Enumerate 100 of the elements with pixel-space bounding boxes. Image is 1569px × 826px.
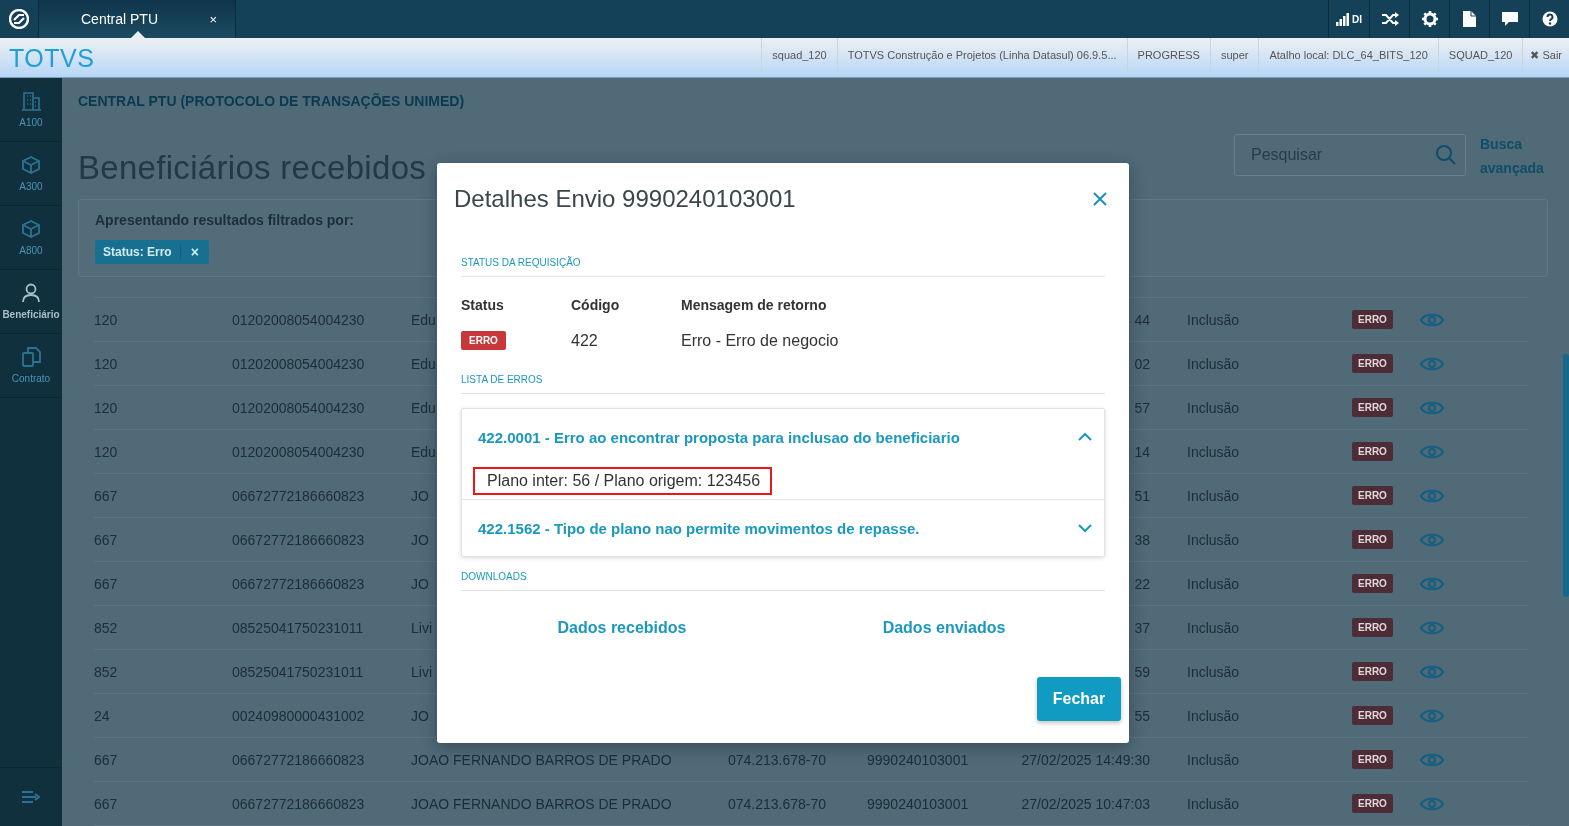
table-cell: Inclusão — [1187, 355, 1240, 372]
table-cell: 852 — [94, 619, 118, 636]
table-cell: 27/02/2025 10:47:03 — [1021, 795, 1150, 812]
table-cell: 38 — [1134, 531, 1150, 548]
table-cell: 14 — [1134, 443, 1150, 460]
status-badge: ERRO — [1352, 574, 1393, 593]
status-badge: ERRO — [1352, 750, 1393, 769]
table-cell: Livi — [411, 663, 432, 680]
table-cell: 074.213.678-70 — [728, 795, 827, 812]
table-cell: JO — [411, 575, 429, 592]
filter-label: Apresentando resultados filtrados por: — [95, 212, 355, 228]
download-link[interactable]: Dados enviados — [882, 619, 1006, 637]
documents-icon — [21, 347, 41, 367]
status-badge: ERRO — [1352, 354, 1393, 373]
info-item: Atalho local: DLC_64_BITS_120 — [1258, 38, 1438, 72]
status-badge: ERRO — [1352, 530, 1393, 549]
table-cell: 06672772186660823 — [232, 751, 365, 768]
logo-icon[interactable] — [9, 9, 29, 29]
sidebar-item[interactable]: Contrato — [0, 334, 62, 398]
code-value: 422 — [571, 331, 598, 350]
table-cell: 9990240103001 — [867, 751, 969, 768]
table-cell: 06672772186660823 — [232, 795, 365, 812]
breadcrumb: CENTRAL PTU (PROTOCOLO DE TRANSAÇÕES UNIMED) — [78, 93, 465, 111]
table-cell: Inclusão — [1187, 619, 1240, 636]
logout-button[interactable]: ✖ Sair — [1522, 38, 1569, 72]
sidebar-item[interactable]: A300 — [0, 142, 62, 206]
close-dialog-button[interactable]: Fechar — [1037, 677, 1121, 721]
table-cell: 667 — [94, 487, 118, 504]
table-cell: 08525041750231011 — [232, 663, 364, 680]
table-cell: 9990240103001 — [867, 795, 969, 812]
table-cell: Edu — [411, 443, 436, 460]
table-cell: 01202008054004230 — [232, 399, 365, 416]
tab[interactable]: Central PTU × — [39, 0, 236, 38]
scrollbar[interactable] — [1563, 354, 1569, 597]
search-icon[interactable] — [1436, 144, 1456, 165]
shuffle-icon[interactable] — [1380, 11, 1399, 27]
table-cell: 01202008054004230 — [232, 355, 365, 372]
chevron-down-icon[interactable] — [1078, 523, 1092, 533]
table-cell: 120 — [94, 399, 118, 416]
table-cell: 02 — [1134, 355, 1150, 372]
table-cell: 667 — [94, 531, 118, 548]
column-header: Status — [461, 297, 504, 313]
chevron-up-icon[interactable] — [1078, 432, 1092, 442]
close-button[interactable] — [1091, 190, 1109, 208]
close-button[interactable]: × — [209, 11, 217, 27]
table-cell: Edu — [411, 311, 436, 328]
cube-icon — [21, 219, 41, 239]
table-cell: 01202008054004230 — [232, 311, 365, 328]
table-cell: 120 — [94, 355, 118, 372]
collapse-menu-icon[interactable] — [22, 791, 40, 803]
table-cell: Edu — [411, 355, 436, 372]
status-badge: ERRO — [1352, 662, 1393, 681]
table-cell: Inclusão — [1187, 751, 1240, 768]
table-cell: JO — [411, 487, 429, 504]
table-cell: 59 — [1134, 663, 1150, 680]
table-cell: 55 — [1134, 707, 1150, 724]
building-icon — [21, 91, 41, 111]
table-cell: 06672772186660823 — [232, 487, 365, 504]
status-badge: ERRO — [1352, 706, 1393, 725]
sidebar-item[interactable]: A800 — [0, 206, 62, 270]
status-badge: ERRO — [1352, 442, 1393, 461]
table-cell: Inclusão — [1187, 487, 1240, 504]
table-cell: Inclusão — [1187, 795, 1240, 812]
cube-icon — [21, 155, 41, 175]
table-cell: Inclusão — [1187, 531, 1240, 548]
table-cell: 27/02/2025 14:49:30 — [1021, 751, 1150, 768]
sidebar-item[interactable]: A100 — [0, 78, 62, 142]
table-cell: 074.213.678-70 — [728, 751, 827, 768]
table-cell: Inclusão — [1187, 399, 1240, 416]
section-heading: DOWNLOADS — [461, 571, 527, 582]
status-badge: ERRO — [1352, 310, 1393, 329]
table-cell: 08525041750231011 — [232, 619, 364, 636]
error-title[interactable]: 422.1562 - Tipo de plano nao permite movimentos de repasse. — [478, 519, 920, 537]
remove-filter-button[interactable]: × — [179, 244, 209, 260]
table-cell: 06672772186660823 — [232, 575, 365, 592]
status-badge: ERRO — [1352, 794, 1393, 813]
help-icon[interactable] — [1541, 11, 1558, 27]
signal-icon[interactable] — [1336, 12, 1349, 26]
table-cell: 120 — [94, 443, 118, 460]
section-heading: LISTA DE ERROS — [461, 374, 543, 385]
filter-chip[interactable]: Status: Erro × — [95, 240, 209, 264]
table-cell: 00240980000431002 — [232, 707, 365, 724]
error-title[interactable]: 422.0001 - Erro ao encontrar proposta para inclusao do beneficiario — [478, 428, 960, 446]
settings-icon[interactable] — [1421, 11, 1438, 27]
table-cell: 51 — [1134, 487, 1150, 504]
download-link[interactable]: Dados recebidos — [557, 619, 687, 637]
table-cell: 667 — [94, 795, 118, 812]
table-cell: Inclusão — [1187, 311, 1240, 328]
sidebar-item[interactable]: Beneficiário — [0, 270, 62, 334]
section-heading: STATUS DA REQUISIÇÃO — [461, 257, 581, 268]
error-detail: Plano inter: 56 / Plano origem: 123456 — [473, 467, 773, 495]
document-icon[interactable] — [1463, 11, 1476, 27]
chat-icon[interactable] — [1501, 12, 1518, 26]
status-badge: ERRO — [1352, 398, 1393, 417]
info-item: TOTVS Construção e Projetos (Linha Datasul) 06.9.5... — [836, 38, 1127, 72]
signal-label: DI — [1352, 13, 1362, 25]
table-cell: 01202008054004230 — [232, 443, 365, 460]
table-cell: 37 — [1134, 619, 1150, 636]
info-item: PROGRESS — [1126, 38, 1210, 72]
table-cell: 667 — [94, 751, 118, 768]
